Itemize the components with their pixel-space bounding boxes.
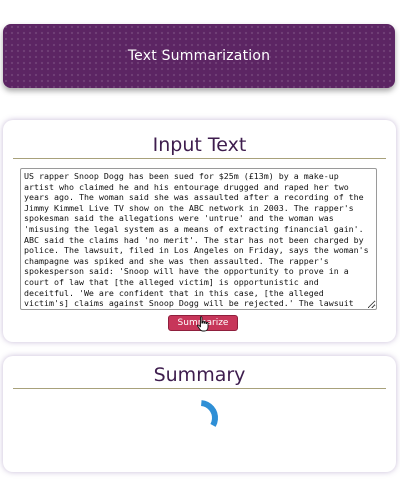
app-title: Text Summarization	[127, 48, 271, 64]
resize-grip-icon[interactable]	[368, 301, 375, 308]
summary-section-divider	[13, 388, 386, 389]
input-section-divider	[13, 158, 386, 159]
input-section-title: Input Text	[152, 134, 247, 156]
app-header: Text Summarization	[3, 24, 395, 88]
input-text-card: Input Text US rapper Snoop Dogg has been…	[3, 120, 396, 342]
input-text-content: US rapper Snoop Dogg has been sued for $…	[24, 171, 369, 309]
loading-spinner-icon	[182, 400, 218, 436]
input-text-area[interactable]: US rapper Snoop Dogg has been sued for $…	[20, 168, 377, 310]
summary-section-title: Summary	[153, 364, 246, 386]
hand-pointer-icon	[196, 316, 209, 332]
